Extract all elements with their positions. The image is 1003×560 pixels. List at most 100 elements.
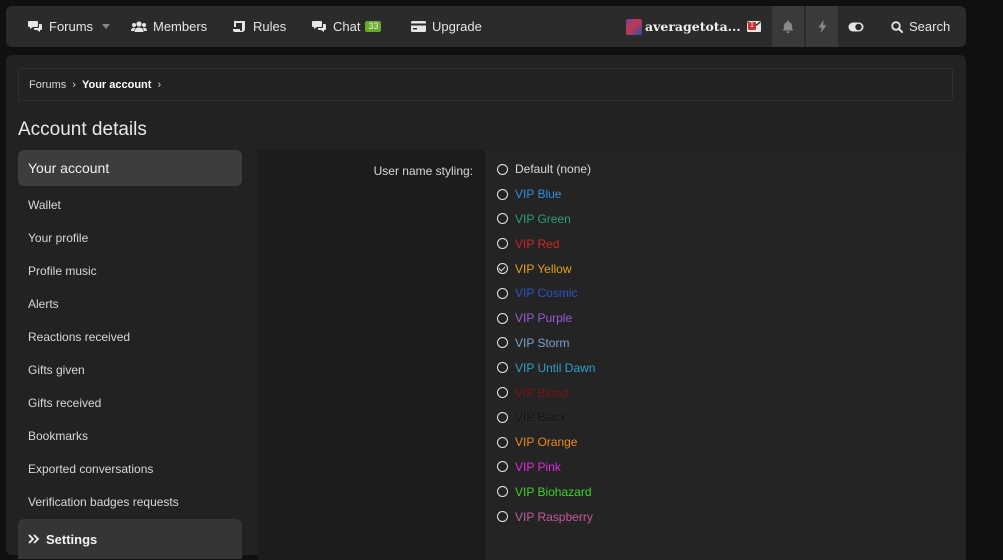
radio-icon[interactable] (497, 387, 508, 399)
alerts-button[interactable] (772, 6, 804, 47)
users-icon (131, 20, 147, 32)
sidebar-item-your-account[interactable]: Your account (18, 150, 242, 186)
sidebar-item-label: Verification badges requests (28, 494, 179, 509)
styling-option[interactable]: VIP Until Dawn (497, 355, 595, 380)
radio-checked-icon[interactable] (497, 263, 508, 275)
radio-icon[interactable] (497, 436, 508, 448)
radio-icon[interactable] (497, 486, 508, 498)
nav-forums[interactable]: Forums (28, 6, 111, 47)
chevron-down-icon[interactable] (102, 24, 111, 29)
styling-option-label: VIP Yellow (515, 261, 572, 276)
styling-option[interactable]: VIP Raspberry (497, 504, 595, 529)
nav-upgrade[interactable]: Upgrade (411, 6, 482, 47)
styling-option[interactable]: VIP Purple (497, 306, 595, 331)
styling-option-label: VIP Storm (515, 335, 570, 350)
theme-toggle[interactable] (840, 6, 872, 47)
sidebar-item-exported-conversations[interactable]: Exported conversations (18, 452, 242, 485)
sidebar-item-wallet[interactable]: Wallet (18, 188, 242, 221)
bolt-icon (818, 20, 826, 33)
styling-option[interactable]: VIP Black (497, 405, 595, 430)
styling-option-label: VIP Raspberry (515, 509, 593, 524)
styling-option-label: VIP Until Dawn (515, 360, 596, 375)
bell-icon (782, 20, 794, 33)
styling-option[interactable]: Default (none) (497, 157, 595, 182)
sidebar-item-reactions-received[interactable]: Reactions received (18, 320, 242, 353)
sidebar-item-gifts-received[interactable]: Gifts received (18, 386, 242, 419)
form-label-cell: User name styling: (258, 150, 486, 190)
search-icon (891, 20, 903, 33)
sidebar-item-alerts[interactable]: Alerts (18, 287, 242, 320)
top-nav: Forums Members Rules Chat 33 Upgrade ave… (6, 6, 966, 47)
styling-option[interactable]: VIP Blue (497, 182, 595, 207)
sidebar-settings-label: Settings (46, 531, 98, 547)
radio-icon[interactable] (497, 337, 508, 349)
nav-chat[interactable]: Chat 33 (312, 6, 382, 47)
styling-option-label: VIP Orange (515, 435, 578, 450)
sidebar-item-label: Exported conversations (28, 461, 154, 476)
nav-upgrade-label: Upgrade (432, 19, 482, 34)
page-title: Account details (18, 119, 147, 140)
avatar (626, 18, 642, 35)
credit-card-icon (411, 21, 426, 32)
sidebar-section-settings[interactable]: Settings (18, 519, 242, 559)
styling-option[interactable]: VIP Red (497, 231, 595, 256)
radio-icon[interactable] (497, 213, 508, 225)
scroll-icon (233, 20, 245, 32)
sidebar-item-label: Gifts given (28, 362, 85, 377)
nav-members-label: Members (153, 19, 208, 34)
toggle-icon (848, 22, 864, 31)
comments-icon (28, 21, 42, 32)
user-menu[interactable]: averagetota... (626, 6, 741, 47)
styling-option[interactable]: VIP Yellow (497, 256, 595, 281)
nav-rules-label: Rules (253, 19, 287, 34)
radio-icon[interactable] (497, 188, 508, 200)
sidebar-item-gifts-given[interactable]: Gifts given (18, 353, 242, 386)
nav-members[interactable]: Members (131, 6, 207, 47)
sidebar-item-label: Your account (28, 160, 110, 176)
user-name-styling-label: User name styling: (373, 164, 473, 178)
styling-option-label: VIP Cosmic (515, 286, 578, 301)
styling-option-label: VIP Green (515, 211, 571, 226)
sidebar-item-label: Your profile (28, 230, 89, 245)
sidebar-item-verification-badges[interactable]: Verification badges requests (18, 485, 242, 518)
radio-icon[interactable] (497, 511, 508, 523)
sidebar-item-profile-music[interactable]: Profile music (18, 254, 242, 287)
breadcrumb: Forums › Your account › (18, 68, 953, 101)
sidebar-item-your-profile[interactable]: Your profile (18, 221, 242, 254)
username: averagetota... (645, 19, 741, 34)
radio-icon[interactable] (497, 238, 508, 250)
nav-search[interactable]: Search (891, 6, 950, 47)
radio-icon[interactable] (497, 312, 508, 324)
sidebar-item-label: Bookmarks (28, 428, 89, 443)
styling-option-label: VIP Blood (515, 385, 569, 400)
activity-button[interactable] (806, 6, 838, 47)
styling-option[interactable]: VIP Blood (497, 380, 595, 405)
radio-icon[interactable] (497, 461, 508, 473)
breadcrumb-your-account[interactable]: Your account (82, 79, 151, 91)
styling-option[interactable]: VIP Green (497, 207, 595, 232)
nav-search-label: Search (909, 19, 951, 34)
styling-option-label: Default (none) (515, 162, 592, 177)
styling-option-label: VIP Biohazard (515, 484, 592, 499)
styling-option-label: VIP Pink (515, 459, 561, 474)
main-panel: Forums › Your account › Account details … (6, 55, 966, 560)
styling-option[interactable]: VIP Orange (497, 430, 595, 455)
chat-count-badge: 33 (365, 21, 382, 32)
inbox-count-badge: 1 (748, 22, 756, 30)
styling-option-label: VIP Blue (515, 187, 562, 202)
styling-option-label: VIP Red (515, 236, 560, 251)
radio-icon[interactable] (497, 287, 508, 299)
nav-rules[interactable]: Rules (233, 6, 286, 47)
sidebar-item-label: Gifts received (28, 395, 102, 410)
radio-icon[interactable] (497, 411, 508, 423)
sidebar-item-label: Wallet (28, 197, 61, 212)
double-chevron-right-icon (28, 534, 40, 544)
sidebar-item-bookmarks[interactable]: Bookmarks (18, 419, 242, 452)
styling-option[interactable]: VIP Pink (497, 455, 595, 480)
styling-option[interactable]: VIP Storm (497, 331, 595, 356)
styling-option[interactable]: VIP Biohazard (497, 479, 595, 504)
styling-option[interactable]: VIP Cosmic (497, 281, 595, 306)
breadcrumb-forums[interactable]: Forums (29, 79, 66, 91)
radio-icon[interactable] (497, 362, 508, 374)
radio-icon[interactable] (497, 163, 508, 175)
